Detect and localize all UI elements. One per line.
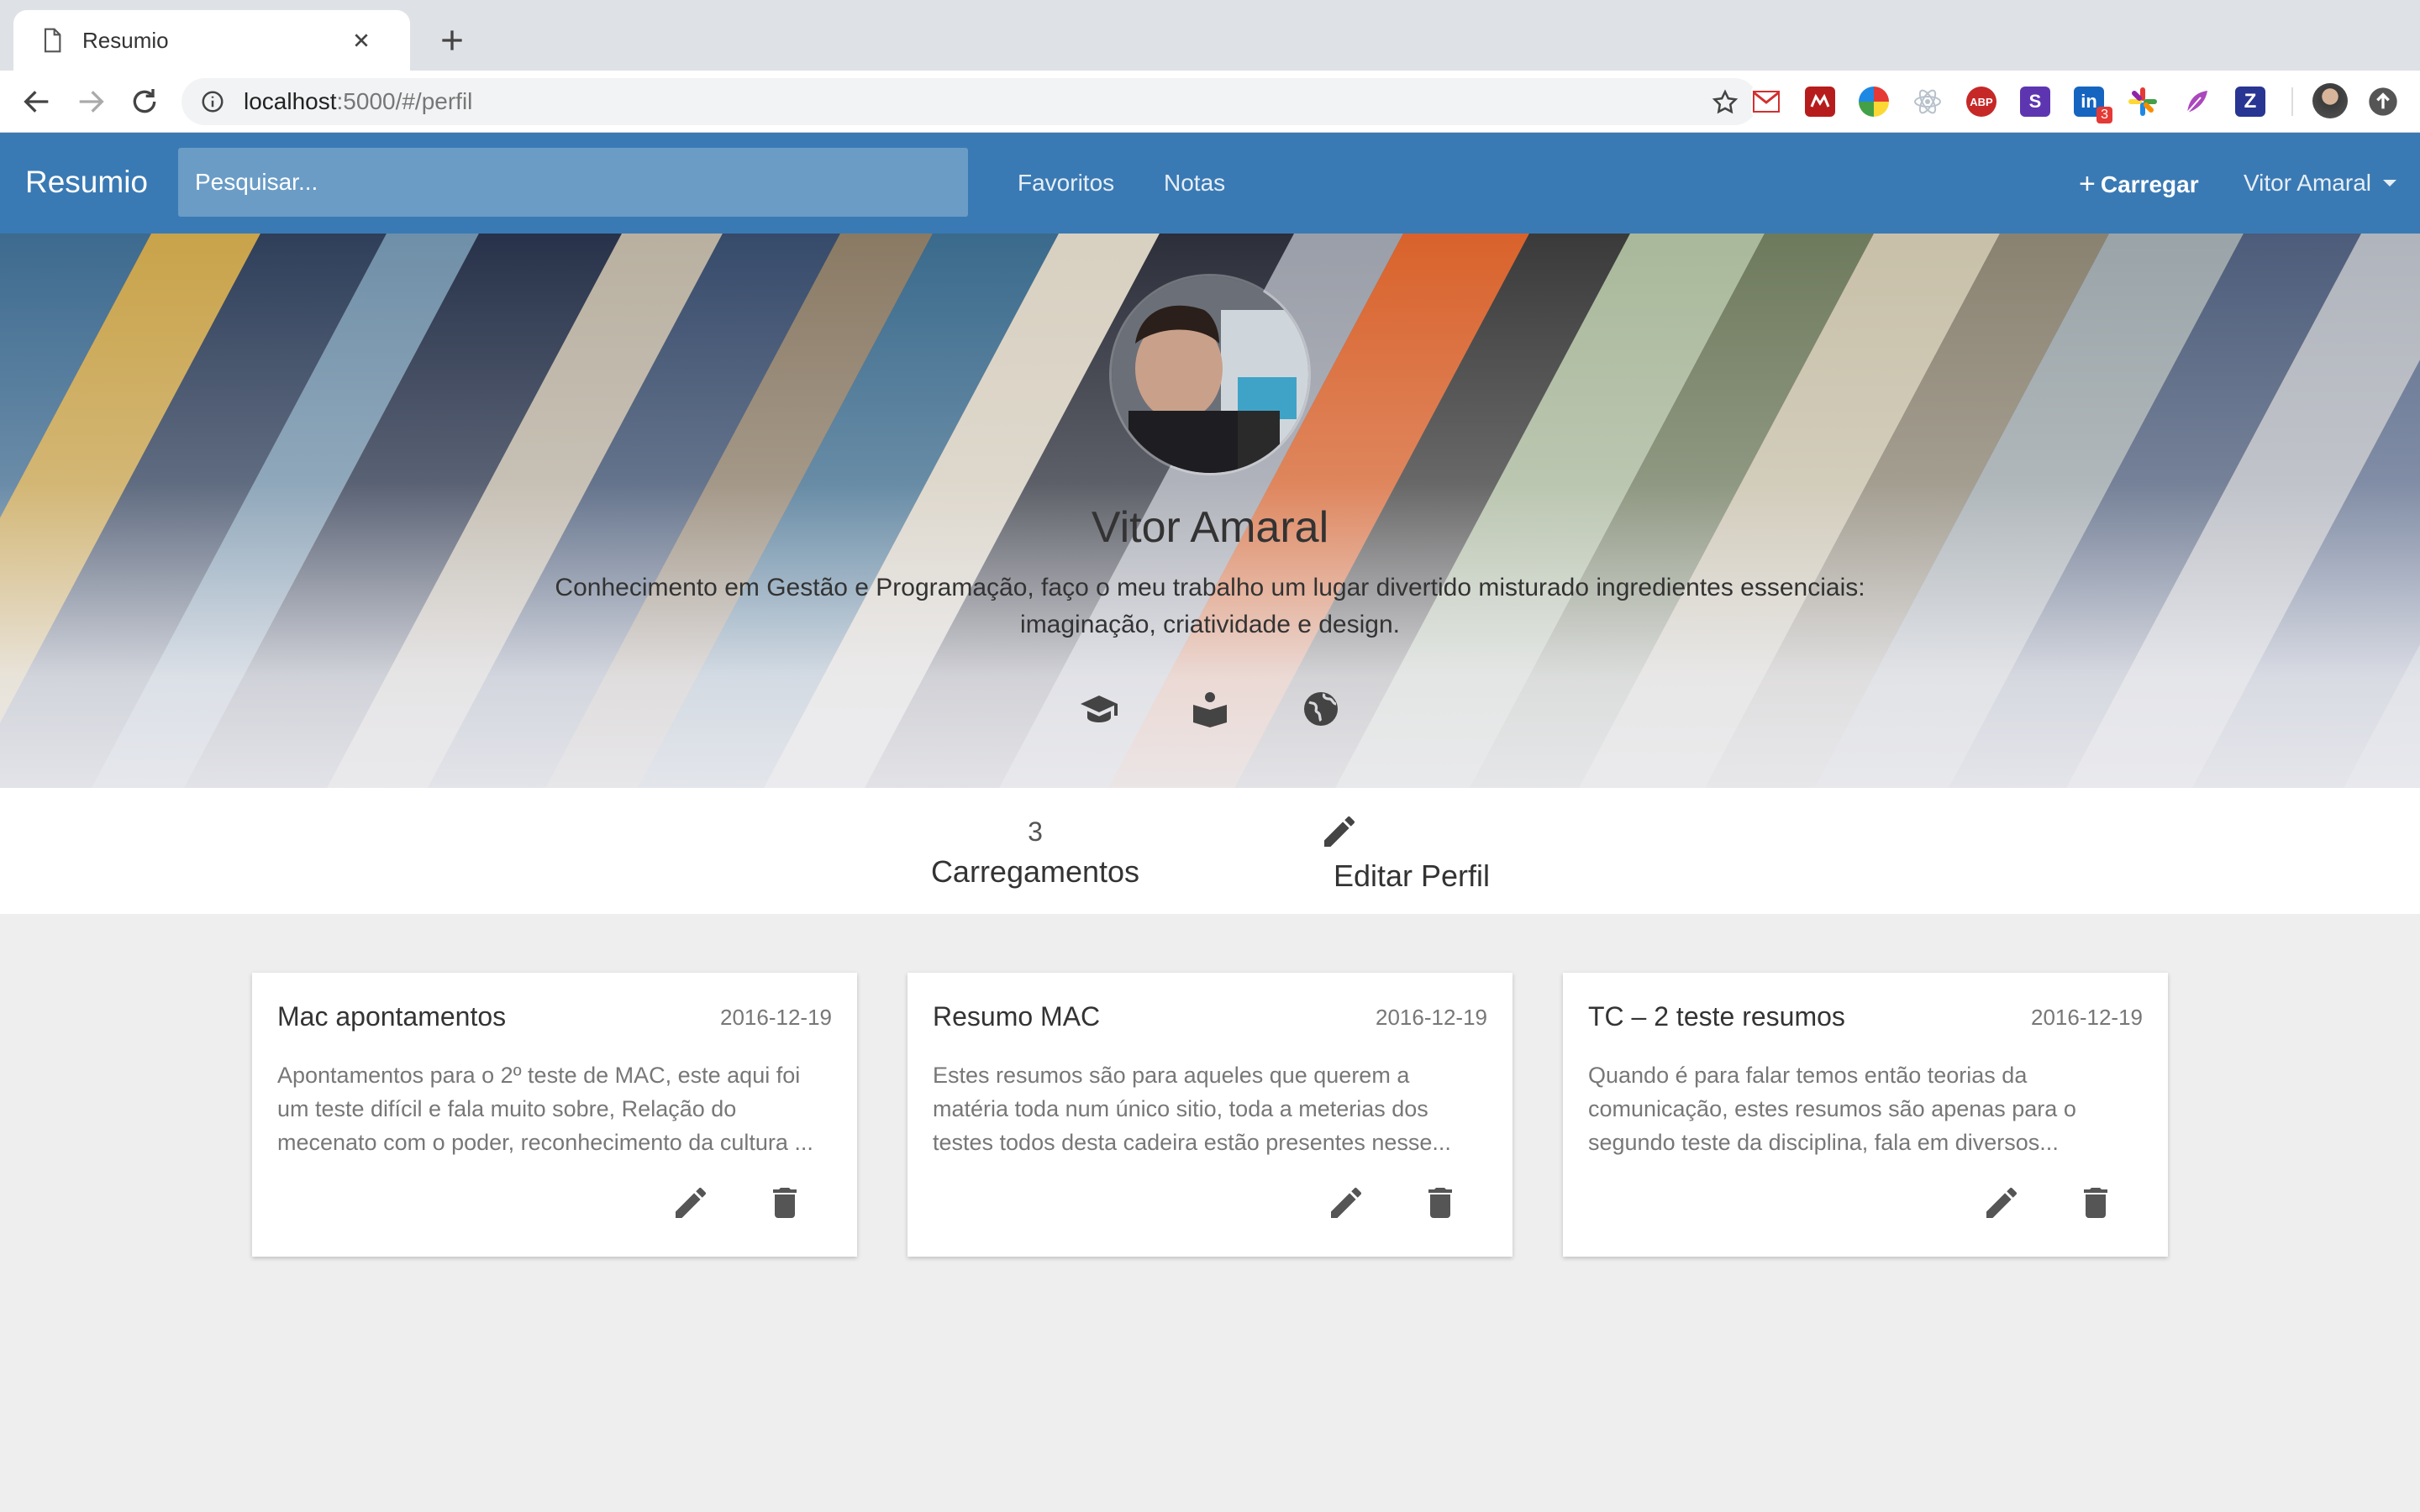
- profile-bio-line-1: Conhecimento em Gestão e Programação, fa…: [555, 574, 1865, 601]
- close-icon[interactable]: [348, 27, 375, 54]
- summary-card[interactable]: Mac apontamentos 2016-12-19 Apontamentos…: [252, 973, 857, 1257]
- trash-icon[interactable]: [1420, 1183, 1460, 1223]
- back-arrow-icon[interactable]: [20, 85, 54, 118]
- toolbar-divider: [2291, 87, 2293, 116]
- plus-icon: +: [2079, 168, 2096, 200]
- caret-down-icon: [2383, 180, 2396, 186]
- edit-profile-label: Editar Perfil: [1333, 858, 1491, 893]
- adblock-plus-extension-icon[interactable]: ABP: [1966, 87, 1996, 117]
- card-title[interactable]: Resumo MAC: [933, 1001, 1100, 1032]
- browser-tabstrip: Resumio: [0, 0, 2420, 71]
- profile-banner: Vitor Amaral Conhecimento em Gestão e Pr…: [0, 234, 2420, 788]
- color-picker-extension-icon[interactable]: [1859, 87, 1889, 117]
- browser-tab[interactable]: Resumio: [13, 10, 410, 71]
- graduation-cap-icon[interactable]: [1079, 689, 1119, 729]
- zotero-extension-icon[interactable]: Z: [2235, 87, 2265, 117]
- asterisk-extension-icon[interactable]: [2128, 87, 2158, 117]
- card-date: 2016-12-19: [2031, 1005, 2143, 1030]
- card-date: 2016-12-19: [1376, 1005, 1487, 1030]
- info-icon[interactable]: [200, 89, 225, 114]
- card-description: Quando é para falar temos então teorias …: [1588, 1063, 2076, 1155]
- app-navbar: Resumio Favoritos Notas + Carregar Vitor…: [0, 133, 2420, 234]
- tab-title: Resumio: [82, 27, 169, 53]
- card-title[interactable]: Mac apontamentos: [277, 1001, 506, 1032]
- reading-book-icon[interactable]: [1190, 689, 1230, 729]
- card-description: Estes resumos são para aqueles que quere…: [933, 1063, 1451, 1155]
- globe-icon[interactable]: [1301, 689, 1341, 729]
- summary-card[interactable]: Resumo MAC 2016-12-19 Estes resumos são …: [908, 973, 1512, 1257]
- document-icon: [39, 27, 66, 54]
- uploads-label: Carregamentos: [930, 854, 1140, 889]
- profile-name: Vitor Amaral: [1091, 503, 1329, 552]
- url-text: localhost:5000/#/perfil: [244, 88, 472, 115]
- edit-pencil-icon[interactable]: [671, 1183, 711, 1223]
- profile-bio-line-2: imaginação, criatividade e design.: [1020, 611, 1400, 638]
- react-devtools-extension-icon[interactable]: [1912, 87, 1943, 117]
- pencil-icon: [1319, 811, 1504, 852]
- trash-icon[interactable]: [765, 1183, 805, 1223]
- s-extension-icon[interactable]: S: [2020, 87, 2050, 117]
- summary-card[interactable]: TC – 2 teste resumos 2016-12-19 Quando é…: [1563, 973, 2168, 1257]
- card-title[interactable]: TC – 2 teste resumos: [1588, 1001, 1845, 1032]
- new-tab-icon[interactable]: [435, 24, 469, 57]
- linkedin-extension-icon[interactable]: in 3: [2074, 87, 2112, 123]
- user-menu-dropdown[interactable]: Vitor Amaral: [2244, 170, 2396, 197]
- upload-label: Carregar: [2100, 171, 2199, 197]
- search-input[interactable]: [178, 148, 968, 217]
- browser-toolbar: localhost:5000/#/perfil ABP S in 3 Z: [0, 71, 2420, 133]
- notification-badge: 3: [2096, 107, 2112, 123]
- uploads-stat[interactable]: 3 Carregamentos: [924, 816, 1146, 890]
- nav-link-notas[interactable]: Notas: [1164, 170, 1225, 197]
- profile-stats-bar: 3 Carregamentos Editar Perfil: [0, 788, 2420, 914]
- nav-link-favoritos[interactable]: Favoritos: [1018, 170, 1114, 197]
- address-bar[interactable]: localhost:5000/#/perfil: [182, 78, 1758, 125]
- reload-icon[interactable]: [128, 85, 161, 118]
- edit-pencil-icon[interactable]: [1981, 1183, 2022, 1223]
- feather-extension-icon[interactable]: [2181, 87, 2212, 117]
- url-host: localhost: [244, 88, 337, 114]
- gmail-extension-icon[interactable]: [1751, 87, 1781, 117]
- upload-button[interactable]: + Carregar: [2079, 168, 2199, 201]
- url-path: :5000/#/perfil: [336, 88, 473, 114]
- update-menu-icon[interactable]: [2366, 85, 2400, 118]
- profile-avatar[interactable]: [1109, 274, 1311, 475]
- forward-arrow-icon[interactable]: [74, 85, 108, 118]
- card-description: Apontamentos para o 2º teste de MAC, est…: [277, 1063, 813, 1155]
- browser-profile-avatar[interactable]: [2312, 83, 2348, 118]
- trash-icon[interactable]: [2075, 1183, 2116, 1223]
- bookmark-star-icon[interactable]: [1711, 88, 1739, 117]
- profile-bio: Conhecimento em Gestão e Programação, fa…: [504, 570, 1916, 643]
- card-date: 2016-12-19: [720, 1005, 832, 1030]
- mendeley-extension-icon[interactable]: [1805, 87, 1835, 117]
- uploads-count: 3: [1028, 816, 1043, 847]
- brand-logo[interactable]: Resumio: [25, 165, 148, 200]
- edit-pencil-icon[interactable]: [1326, 1183, 1366, 1223]
- edit-profile-button[interactable]: Editar Perfil: [1319, 811, 1504, 894]
- user-menu-name: Vitor Amaral: [2244, 170, 2371, 196]
